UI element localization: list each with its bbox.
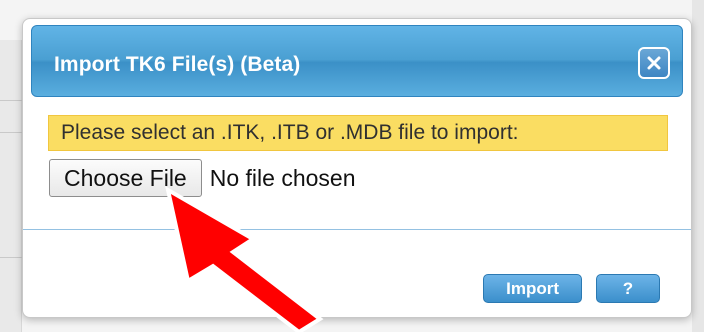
background-line [0, 100, 22, 101]
close-icon [647, 56, 661, 70]
dialog-actions: Import ? [483, 274, 660, 303]
choose-file-button[interactable]: Choose File [49, 159, 202, 197]
right-background-strip [692, 0, 704, 332]
dialog-titlebar: Import TK6 File(s) (Beta) [31, 25, 683, 97]
file-input-row: Choose File No file chosen [49, 159, 355, 197]
import-instruction: Please select an .ITK, .ITB or .MDB file… [48, 115, 668, 151]
dialog-title: Import TK6 File(s) (Beta) [54, 53, 301, 76]
import-button[interactable]: Import [483, 274, 582, 303]
dialog-content: Please select an .ITK, .ITB or .MDB file… [23, 103, 691, 317]
close-button[interactable] [638, 47, 670, 79]
import-dialog: Import TK6 File(s) (Beta) Please select … [22, 18, 692, 318]
file-status-text: No file chosen [209, 164, 356, 191]
help-button[interactable]: ? [596, 274, 660, 303]
content-divider [23, 229, 691, 230]
left-background-strip [0, 40, 22, 332]
background-line [0, 132, 22, 133]
background-line [0, 257, 22, 258]
